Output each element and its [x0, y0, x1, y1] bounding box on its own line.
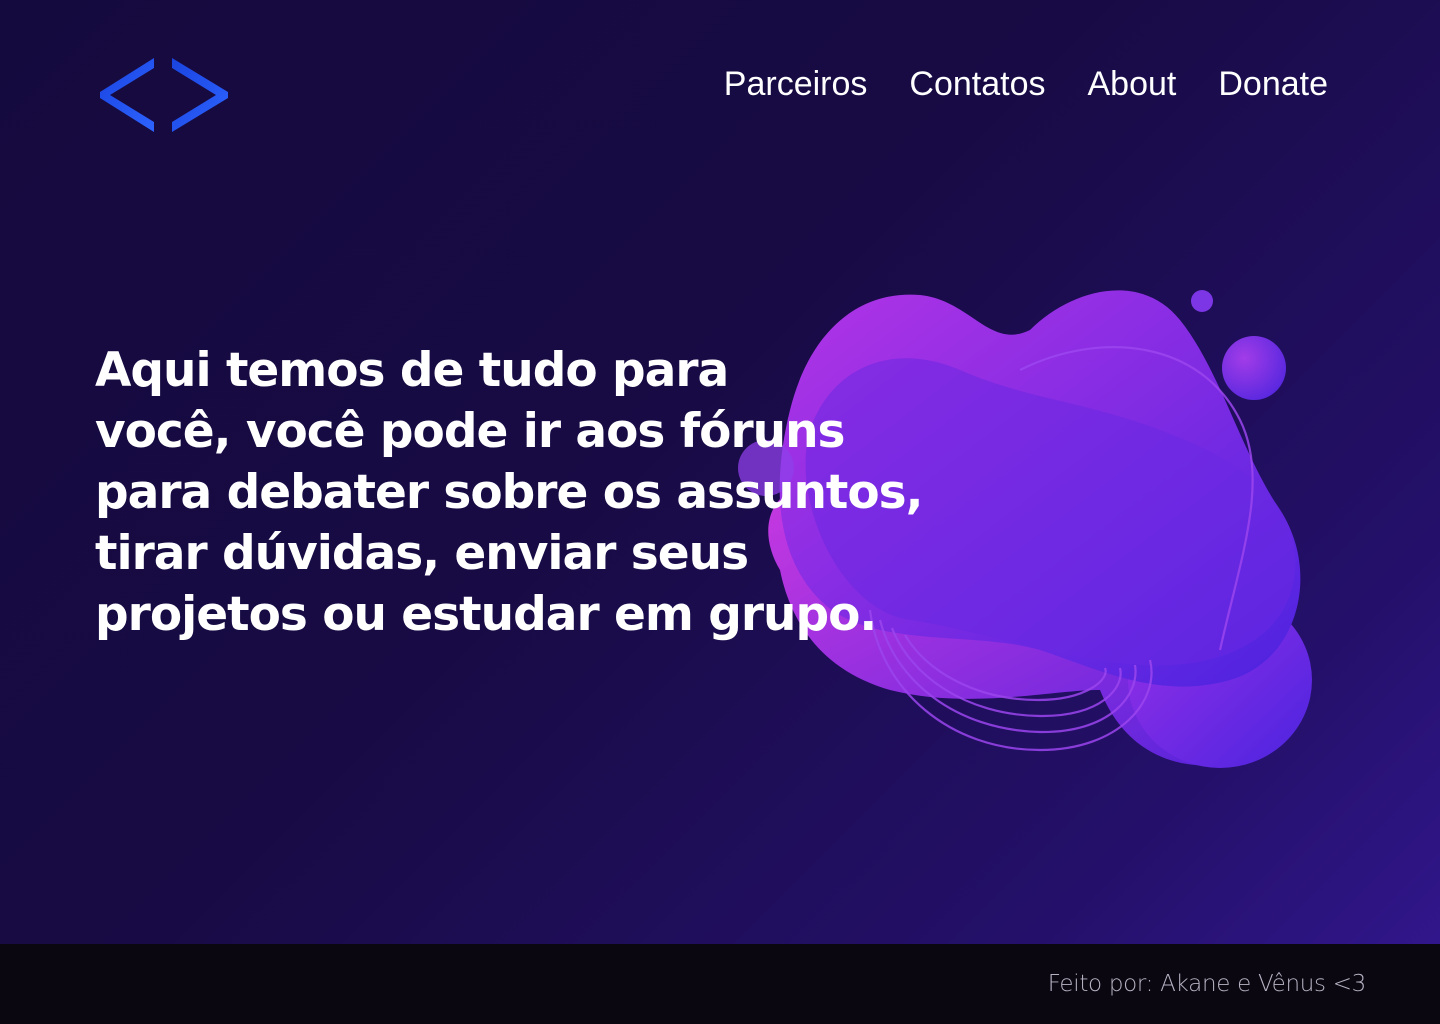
footer: Feito por: Akane e Vênus <3 — [0, 944, 1440, 1024]
nav-link-about[interactable]: About — [1088, 62, 1177, 106]
hero-line: você, você pode ir aos fóruns — [95, 404, 846, 459]
logo-icon[interactable] — [96, 56, 232, 134]
nav-link-donate[interactable]: Donate — [1218, 62, 1328, 106]
footer-credit: Feito por: Akane e Vênus <3 — [1047, 971, 1367, 997]
hero-line: tirar dúvidas, enviar seus — [95, 526, 749, 581]
hero-line: para debater sobre os assuntos, — [95, 465, 924, 520]
hero-line: Aqui temos de tudo para — [95, 343, 729, 398]
main-nav: Parceiros Contatos About Donate — [724, 62, 1328, 106]
hero-line: projetos ou estudar em grupo. — [95, 587, 877, 642]
nav-link-contatos[interactable]: Contatos — [909, 62, 1045, 106]
nav-link-parceiros[interactable]: Parceiros — [724, 62, 868, 106]
hero-text: Aqui temos de tudo para você, você pode … — [95, 340, 924, 645]
